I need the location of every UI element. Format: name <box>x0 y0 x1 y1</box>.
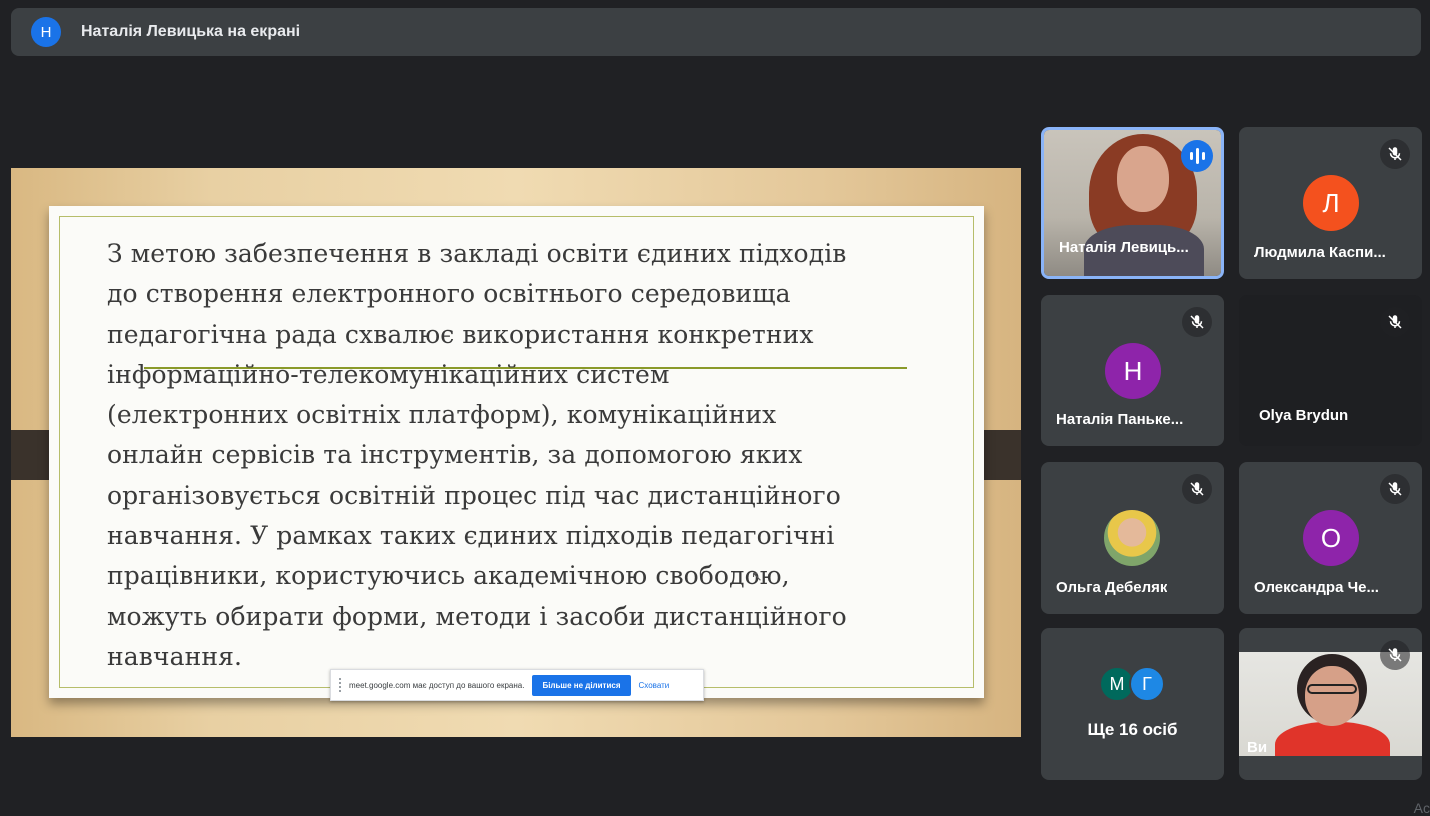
mic-off-icon <box>1380 640 1410 670</box>
slide-line: З метою забезпечення в закладі освіти єд… <box>107 239 847 268</box>
slide-line: працівники, користуючись академічною сво… <box>107 561 790 591</box>
slide-line: педагогічна рада схвалює використання ко… <box>107 319 814 349</box>
participant-tile[interactable]: Ольга Дебеляк <box>1041 462 1224 614</box>
corner-text: Ac <box>1413 800 1430 816</box>
slide-line: можуть обирати форми, методи і засоби ди… <box>107 601 847 631</box>
participant-avatar: Н <box>1105 343 1161 399</box>
speaking-indicator-icon <box>1181 140 1213 172</box>
hide-button[interactable]: Сховати <box>639 681 670 690</box>
slide-line: до створення електронного освітнього сер… <box>107 279 791 309</box>
presenter-title: Наталія Левицька на екрані <box>81 23 301 40</box>
participant-tile[interactable]: Н Наталія Паньке... <box>1041 295 1224 446</box>
slide-text: З метою забезпечення в закладі освіти єд… <box>107 234 927 677</box>
mic-off-icon <box>1380 307 1410 337</box>
participant-tile[interactable]: Olya Brydun <box>1239 295 1422 446</box>
slide-line: онлайн сервісів та інструментів, за допо… <box>107 440 803 470</box>
stop-sharing-button[interactable]: Більше не ділитися <box>532 674 631 696</box>
mic-off-icon <box>1380 139 1410 169</box>
participant-name: Наталія Левиць... <box>1059 239 1189 256</box>
self-view-tile[interactable]: Ви <box>1239 628 1422 780</box>
mouse-cursor-icon: ↖ <box>751 568 763 584</box>
participant-name: Наталія Паньке... <box>1056 411 1184 428</box>
drag-handle-icon[interactable] <box>339 678 345 692</box>
mic-off-icon <box>1380 474 1410 504</box>
participant-avatar: О <box>1303 510 1359 566</box>
participant-name: Ольга Дебеляк <box>1056 579 1168 596</box>
participant-name: Людмила Каспи... <box>1254 244 1386 261</box>
participant-tile[interactable]: О Олександра Че... <box>1239 462 1422 614</box>
participant-tile[interactable]: Наталія Левиць... <box>1041 127 1224 279</box>
more-participants-label: Ще 16 осіб <box>1087 720 1178 739</box>
shared-screen[interactable]: З метою забезпечення в закладі освіти єд… <box>11 168 1021 737</box>
slide-line: інформаційно-телекомунікаційних систем <box>107 359 670 389</box>
participant-name: Олександра Че... <box>1254 579 1379 596</box>
participant-name: Olya Brydun <box>1259 407 1349 424</box>
more-participants-tile[interactable]: М Г Ще 16 осіб <box>1041 628 1224 780</box>
share-message: meet.google.com має доступ до вашого екр… <box>349 680 525 690</box>
mic-off-icon <box>1182 474 1212 504</box>
slide-line: навчання. У рамках таких єдиних підходів… <box>107 521 835 551</box>
slide-line: організовується освітній процес під час … <box>107 480 841 510</box>
participant-name: Ви <box>1247 739 1268 756</box>
presenter-avatar: Н <box>31 17 61 47</box>
more-avatars: М Г <box>1099 666 1165 702</box>
participant-tile[interactable]: Л Людмила Каспи... <box>1239 127 1422 279</box>
participant-avatar: Л <box>1303 175 1359 231</box>
slide-line: (електронних освітніх платформ), комунік… <box>107 400 777 430</box>
participant-photo <box>1104 510 1160 566</box>
slide-paper: З метою забезпечення в закладі освіти єд… <box>49 206 984 698</box>
screen-share-bar: meet.google.com має доступ до вашого екр… <box>330 669 704 701</box>
mic-off-icon <box>1182 307 1212 337</box>
presentation-banner: Н Наталія Левицька на екрані <box>11 8 1421 56</box>
participant-avatar: Г <box>1129 666 1165 702</box>
